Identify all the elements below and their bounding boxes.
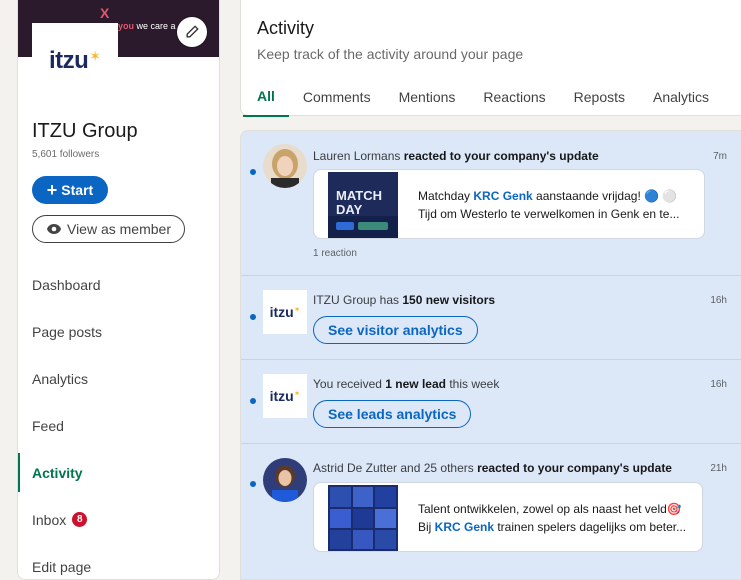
unread-dot [250, 398, 256, 404]
nav-feed[interactable]: Feed [18, 402, 219, 449]
company-sidebar: X you we care a itzu ✶ ITZU Group 5,601 … [17, 0, 220, 580]
inbox-badge: 8 [72, 512, 88, 527]
follower-count: 5,601 followers [32, 149, 100, 160]
nav-analytics[interactable]: Analytics [18, 355, 219, 402]
tab-all[interactable]: All [243, 77, 289, 117]
logo-star-icon: ✶ [89, 47, 102, 64]
company-avatar[interactable]: itzu ✶ [263, 374, 307, 418]
view-as-member-button[interactable]: View as member [32, 215, 185, 243]
unread-dot [250, 169, 256, 175]
post-thumbnail: MATCH DAY [328, 172, 398, 238]
cover-x-mark: X [100, 5, 110, 21]
see-visitor-analytics-button[interactable]: See visitor analytics [313, 316, 478, 344]
nav-inbox[interactable]: Inbox 8 [18, 496, 219, 543]
avatar[interactable] [263, 144, 307, 188]
nav-activity[interactable]: Activity [18, 449, 219, 496]
tab-mentions[interactable]: Mentions [385, 77, 470, 117]
edit-cover-button[interactable] [177, 17, 207, 47]
reaction-count[interactable]: 1 reaction [313, 248, 357, 259]
nav-dashboard[interactable]: Dashboard [18, 261, 219, 308]
unread-dot [250, 314, 256, 320]
see-leads-analytics-button[interactable]: See leads analytics [313, 400, 472, 428]
activity-item[interactable]: itzu ✶ ITZU Group has 150 new visitors 16… [241, 276, 741, 360]
activity-tabs: All Comments Mentions Reactions Reposts … [243, 77, 723, 117]
company-avatar[interactable]: itzu ✶ [263, 290, 307, 334]
activity-item[interactable]: itzu ✶ You received 1 new lead this week … [241, 360, 741, 444]
post-preview[interactable]: MATCH DAY Matchday KRC Genk aanstaande vr… [313, 169, 705, 239]
plus-icon: + [46, 180, 58, 200]
post-thumbnail [328, 485, 398, 551]
tab-reactions[interactable]: Reactions [469, 77, 559, 117]
timestamp: 21h [710, 463, 727, 474]
activity-text: ITZU Group has 150 new visitors [313, 293, 496, 307]
unread-dot [250, 481, 256, 487]
activity-header: Activity Keep track of the activity arou… [240, 0, 741, 117]
activity-text: Lauren Lormans reacted to your company's… [313, 149, 599, 163]
tab-reposts[interactable]: Reposts [560, 77, 639, 117]
post-line-1: Talent ontwikkelen, zowel op als naast h… [418, 502, 682, 516]
activity-text: Astrid De Zutter and 25 others reacted t… [313, 461, 672, 475]
post-line-2: Bij KRC Genk trainen spelers dagelijks o… [418, 520, 687, 534]
post-preview[interactable]: Talent ontwikkelen, zowel op als naast h… [313, 482, 703, 552]
timestamp: 16h [710, 295, 727, 306]
post-line-2: Tijd om Westerlo te verwelkomen in Genk … [418, 207, 680, 221]
cover-tagline: you we care a [118, 21, 176, 31]
svg-text:MATCH: MATCH [336, 188, 382, 203]
activity-item[interactable]: Lauren Lormans reacted to your company's… [241, 131, 741, 276]
activity-feed: Lauren Lormans reacted to your company's… [240, 130, 741, 580]
eye-icon [46, 224, 61, 234]
avatar[interactable] [263, 458, 307, 502]
activity-item[interactable]: Astrid De Zutter and 25 others reacted t… [241, 444, 741, 579]
timestamp: 16h [710, 379, 727, 390]
tab-analytics[interactable]: Analytics [639, 77, 723, 117]
post-line-1: Matchday KRC Genk aanstaande vrijdag! 🔵 … [418, 189, 678, 203]
page-nav: Dashboard Page posts Analytics Feed Acti… [18, 261, 219, 579]
nav-edit-page[interactable]: Edit page [18, 543, 219, 579]
start-button[interactable]: + Start [32, 176, 108, 204]
page-title: Activity [257, 18, 315, 38]
company-logo: itzu ✶ [32, 23, 118, 99]
nav-page-posts[interactable]: Page posts [18, 308, 219, 355]
pencil-icon [186, 25, 199, 38]
tab-comments[interactable]: Comments [289, 77, 385, 117]
svg-text:DAY: DAY [336, 202, 363, 217]
page-subtitle: Keep track of the activity around your p… [257, 46, 524, 62]
company-name[interactable]: ITZU Group [32, 120, 138, 143]
activity-text: You received 1 new lead this week [313, 377, 500, 391]
timestamp: 7m [713, 151, 727, 162]
